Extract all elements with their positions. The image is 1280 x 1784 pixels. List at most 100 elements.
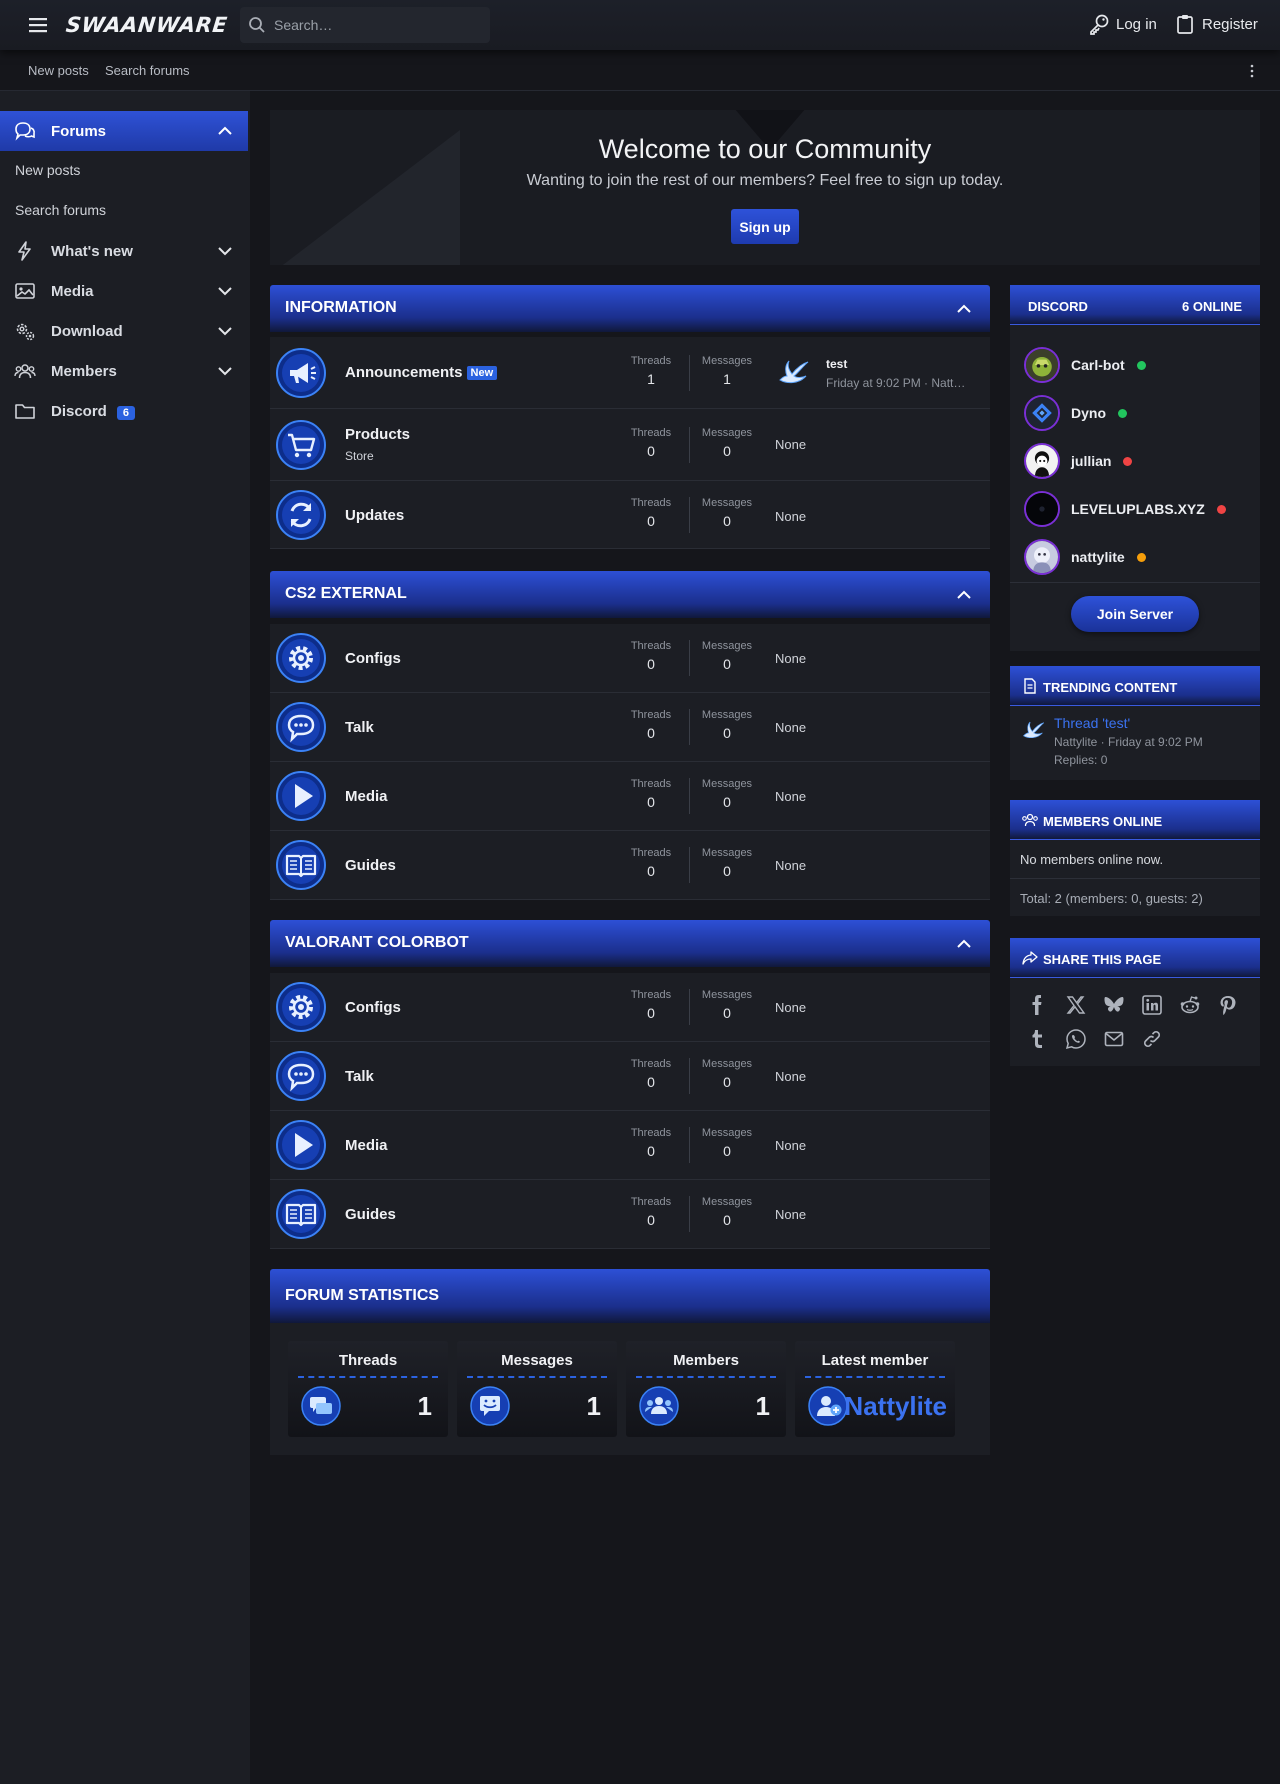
forum-title[interactable]: Talk [345, 1068, 374, 1085]
forum-title[interactable]: Guides [345, 1206, 396, 1223]
stat-label: Threads [630, 427, 672, 439]
chevron-up-icon[interactable] [217, 123, 233, 139]
forum-title[interactable]: Media [345, 1137, 388, 1154]
login-link[interactable]: Log in [1088, 13, 1157, 35]
threads-stat: Threads 0 [621, 989, 681, 1021]
bluesky-icon[interactable] [1103, 994, 1125, 1016]
sidebar-item-media[interactable]: Media [0, 271, 248, 311]
forum-node-configs: Configs Threads 0 Messages 0 None [270, 973, 990, 1042]
latest-none: None [775, 789, 807, 804]
discord-member[interactable]: Carl-bot [1024, 347, 1146, 383]
left-sidebar: Forums New posts Search forums What's ne… [0, 91, 250, 1784]
threads-stat: Threads 1 [621, 355, 681, 387]
link-icon[interactable] [1141, 1028, 1163, 1050]
latest-none: None [775, 1000, 807, 1015]
chevron-down-icon[interactable] [217, 243, 233, 259]
menu-icon[interactable] [29, 16, 49, 34]
whatsapp-icon[interactable] [1065, 1028, 1087, 1050]
sidebar-item-members[interactable]: Members [0, 351, 248, 391]
new-badge: New [466, 366, 498, 380]
stat-value: 0 [647, 794, 655, 810]
sidebar-item-search-forums[interactable]: Search forums [15, 202, 106, 218]
stat-card-label: Latest member [821, 1352, 929, 1369]
stat-label: Threads [630, 847, 672, 859]
divider [298, 1376, 438, 1378]
forum-title[interactable]: Media [345, 788, 388, 805]
forum-title[interactable]: Configs [345, 650, 401, 667]
forum-node-configs: Configs Threads 0 Messages 0 None [270, 624, 990, 693]
discord-member[interactable]: Dyno [1024, 395, 1127, 431]
email-icon[interactable] [1103, 1028, 1125, 1050]
forum-node-updates: Updates Threads 0 Messages 0 None [270, 481, 990, 549]
forum-title[interactable]: Guides [345, 857, 396, 874]
sidebar-download-label: Download [51, 322, 123, 340]
play-icon [276, 771, 326, 821]
messages-stat: Messages 0 [697, 1127, 757, 1159]
register-link[interactable]: Register [1174, 13, 1258, 35]
category-header-valorant-colorbot[interactable]: VALORANT COLORBOT [270, 920, 990, 967]
tumblr-icon[interactable] [1026, 1028, 1048, 1050]
forum-node-guides: Guides Threads 0 Messages 0 None [270, 831, 990, 900]
stat-card-value: 1 [586, 1391, 601, 1421]
stat-divider [689, 640, 690, 676]
pinterest-icon[interactable] [1217, 994, 1239, 1016]
forum-title[interactable]: Products [345, 426, 410, 443]
swan-avatar-icon[interactable] [775, 354, 811, 390]
sidebar-item-download[interactable]: Download [0, 311, 248, 351]
trending-thread-link[interactable]: Thread 'test' [1054, 715, 1130, 731]
forum-title[interactable]: Configs [345, 999, 401, 1016]
sidebar-item-new-posts[interactable]: New posts [15, 162, 80, 178]
trending-header: TRENDING CONTENT [1010, 666, 1260, 706]
category-header-information[interactable]: INFORMATION [270, 285, 990, 332]
forum-title[interactable]: Talk [345, 719, 374, 736]
chevron-up-icon[interactable] [956, 587, 972, 603]
swan-avatar-icon[interactable] [1020, 717, 1046, 743]
linkedin-icon[interactable] [1141, 994, 1163, 1016]
chat-bubble-icon [276, 702, 326, 752]
trending-title: TRENDING CONTENT [1043, 680, 1178, 695]
subnav-search-forums[interactable]: Search forums [105, 63, 190, 78]
forum-title[interactable]: Announcements New [345, 364, 498, 381]
chevron-down-icon[interactable] [217, 283, 233, 299]
sidebar-item-whats-new[interactable]: What's new [0, 231, 248, 271]
search-input[interactable] [274, 17, 474, 33]
messages-stat: Messages 0 [697, 709, 757, 741]
book-icon [276, 840, 326, 890]
share-title: SHARE THIS PAGE [1043, 952, 1162, 967]
latest-thread-title[interactable]: test [826, 357, 847, 371]
search-box[interactable] [240, 7, 490, 43]
sign-up-button[interactable]: Sign up [731, 209, 799, 244]
members-online-widget: MEMBERS ONLINE No members online now. To… [1010, 800, 1260, 916]
forum-title[interactable]: Updates [345, 507, 404, 524]
sidebar-item-forums[interactable]: Forums [0, 111, 248, 151]
image-icon [15, 283, 35, 299]
members-icon [639, 1386, 679, 1426]
stat-label: Messages [701, 847, 753, 859]
join-server-button[interactable]: Join Server [1071, 596, 1199, 632]
stat-value: 0 [647, 1074, 655, 1090]
folder-icon [15, 404, 35, 419]
stat-card-value: 1 [417, 1391, 432, 1421]
reddit-icon[interactable] [1179, 994, 1201, 1016]
stat-divider [689, 989, 690, 1025]
more-options-icon[interactable] [1249, 64, 1255, 78]
discord-member[interactable]: nattylite [1024, 539, 1146, 575]
discord-member[interactable]: jullian [1024, 443, 1133, 479]
chevron-up-icon[interactable] [956, 301, 972, 317]
sidebar-discord-label: Discord 6 [51, 403, 135, 420]
chevron-up-icon[interactable] [956, 936, 972, 952]
chevron-down-icon[interactable] [217, 363, 233, 379]
latest-member-link[interactable]: Nattylite [844, 1391, 947, 1422]
stat-value: 0 [647, 863, 655, 879]
comments-icon [15, 122, 35, 141]
discord-member[interactable]: LEVELUPLABS.XYZ [1024, 491, 1226, 527]
facebook-icon[interactable] [1026, 994, 1048, 1016]
status-dot [1136, 552, 1146, 562]
category-header-cs2-external[interactable]: CS2 EXTERNAL [270, 571, 990, 618]
site-logo[interactable]: SWAANWARE [65, 13, 229, 37]
subnav-new-posts[interactable]: New posts [28, 63, 89, 78]
chevron-down-icon[interactable] [217, 323, 233, 339]
sidebar-item-discord[interactable]: Discord 6 [0, 391, 248, 431]
x-twitter-icon[interactable] [1065, 994, 1087, 1016]
messages-stat: Messages 0 [697, 1058, 757, 1090]
